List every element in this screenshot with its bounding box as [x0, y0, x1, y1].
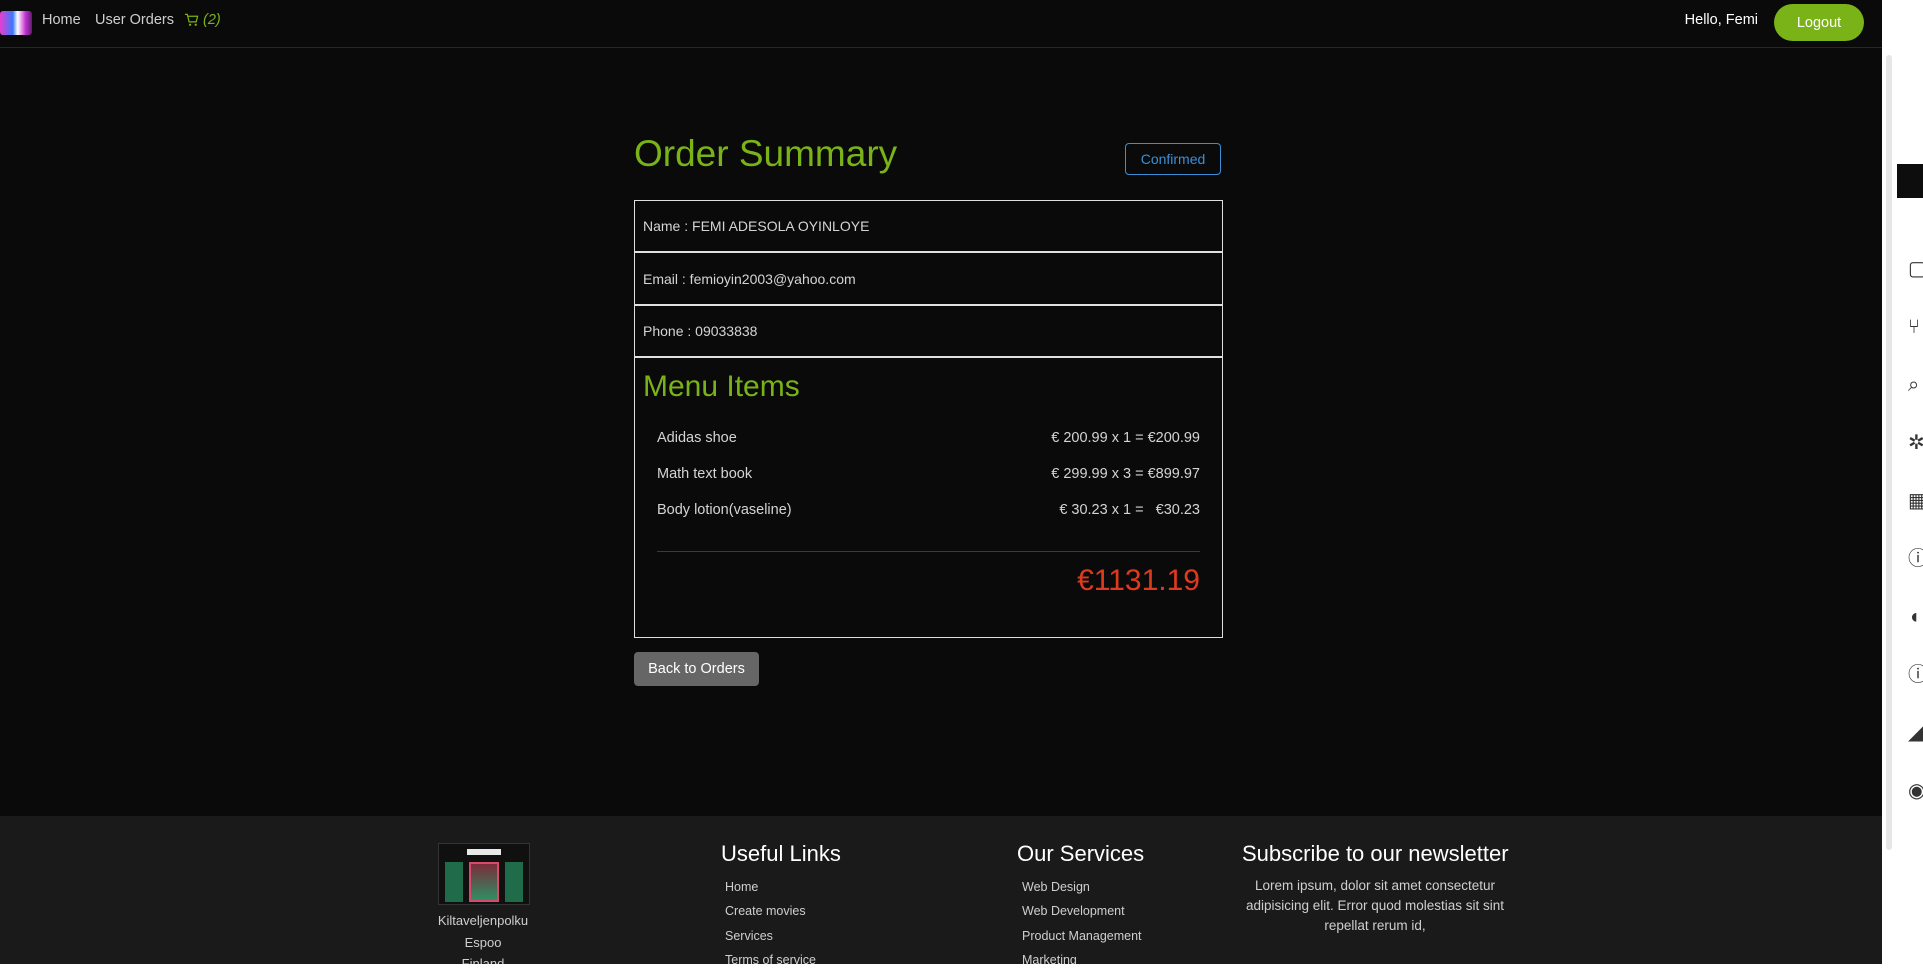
address-line: Finland	[461, 956, 505, 964]
customer-name: Name : FEMI ADESOLA OYINLOYE	[643, 218, 870, 234]
footer-link-terms[interactable]: Terms of service	[725, 953, 816, 964]
footer-service-marketing[interactable]: Marketing	[1022, 953, 1077, 964]
navbar: Home User Orders (2) Hello, Femi Logout	[0, 0, 1882, 48]
brand-logo[interactable]	[0, 11, 32, 35]
side-panel-header	[1897, 164, 1923, 198]
menu-items-title: Menu Items	[643, 370, 800, 403]
logout-button[interactable]: Logout	[1774, 4, 1864, 41]
footer-link-create-movies[interactable]: Create movies	[725, 904, 806, 918]
divider	[657, 551, 1200, 552]
back-to-orders-button[interactable]: Back to Orders	[634, 652, 759, 686]
list-item: Body lotion(vaseline) € 30.23 x 1 = €30.…	[657, 502, 1200, 522]
footer-service-web-design[interactable]: Web Design	[1022, 880, 1090, 894]
search-icon[interactable]: ⌕	[1908, 374, 1923, 396]
order-total: €1131.19	[1077, 564, 1200, 597]
debug-icon[interactable]: ✲	[1908, 432, 1923, 454]
menu-items-panel: Menu Items Adidas shoe € 200.99 x 1 = €2…	[634, 357, 1223, 638]
github-icon[interactable]: ◉	[1908, 780, 1923, 802]
footer-service-product-management[interactable]: Product Management	[1022, 929, 1142, 943]
footer: Kiltaveljenpolku Espoo Finland Useful Li…	[0, 816, 1882, 964]
list-item: Adidas shoe € 200.99 x 1 = €200.99	[657, 430, 1200, 450]
customer-email: Email : femioyin2003@yahoo.com	[643, 270, 856, 287]
cart-icon	[184, 13, 199, 26]
useful-links-title: Useful Links	[721, 841, 841, 866]
cart-count: (2)	[203, 12, 221, 28]
footer-link-home[interactable]: Home	[725, 880, 758, 894]
nav-user-orders-link[interactable]: User Orders	[95, 12, 174, 28]
customer-email-row: Email : femioyin2003@yahoo.com	[634, 252, 1223, 305]
status-badge: Confirmed	[1125, 143, 1221, 175]
azure-icon[interactable]: ◢	[1908, 722, 1923, 744]
item-price: € 299.99 x 3 = €899.97	[1051, 466, 1200, 482]
scrollbar[interactable]	[1886, 55, 1892, 850]
help-icon[interactable]: ⓘ	[1908, 664, 1923, 686]
item-price: € 30.23 x 1 = €30.23	[1059, 502, 1200, 518]
footer-link-services[interactable]: Services	[725, 929, 773, 943]
user-greeting: Hello, Femi	[1684, 12, 1758, 28]
git-branch-icon[interactable]: ⑂	[1908, 316, 1923, 338]
cart-link[interactable]: (2)	[184, 12, 221, 28]
customer-phone-row: Phone : 09033838	[634, 305, 1223, 357]
address-line: Kiltaveljenpolku	[437, 913, 529, 928]
customer-name-row: Name : FEMI ADESOLA OYINLOYE	[634, 200, 1223, 252]
nav-home-link[interactable]: Home	[42, 12, 81, 28]
list-item: Math text book € 299.99 x 3 = €899.97	[657, 466, 1200, 486]
footer-image	[438, 843, 530, 905]
address-line: Espoo	[464, 935, 502, 950]
newsletter-text: Lorem ipsum, dolor sit amet consectetur …	[1245, 878, 1505, 933]
page-title: Order Summary	[634, 133, 898, 174]
copy-icon[interactable]: ▢	[1908, 258, 1923, 280]
newsletter-title: Subscribe to our newsletter	[1242, 841, 1509, 866]
item-name: Adidas shoe	[657, 430, 737, 446]
services-title: Our Services	[1017, 841, 1145, 866]
item-price: € 200.99 x 1 = €200.99	[1051, 430, 1200, 446]
extensions-icon[interactable]: ▦	[1908, 490, 1923, 512]
docker-icon[interactable]: ◖	[1908, 606, 1923, 628]
footer-service-web-development[interactable]: Web Development	[1022, 904, 1125, 918]
app-window: Home User Orders (2) Hello, Femi Logout …	[0, 0, 1882, 964]
customer-phone: Phone : 09033838	[643, 323, 758, 339]
info-icon[interactable]: ⓘ	[1908, 548, 1923, 570]
item-name: Math text book	[657, 466, 753, 482]
item-name: Body lotion(vaseline)	[657, 502, 792, 518]
